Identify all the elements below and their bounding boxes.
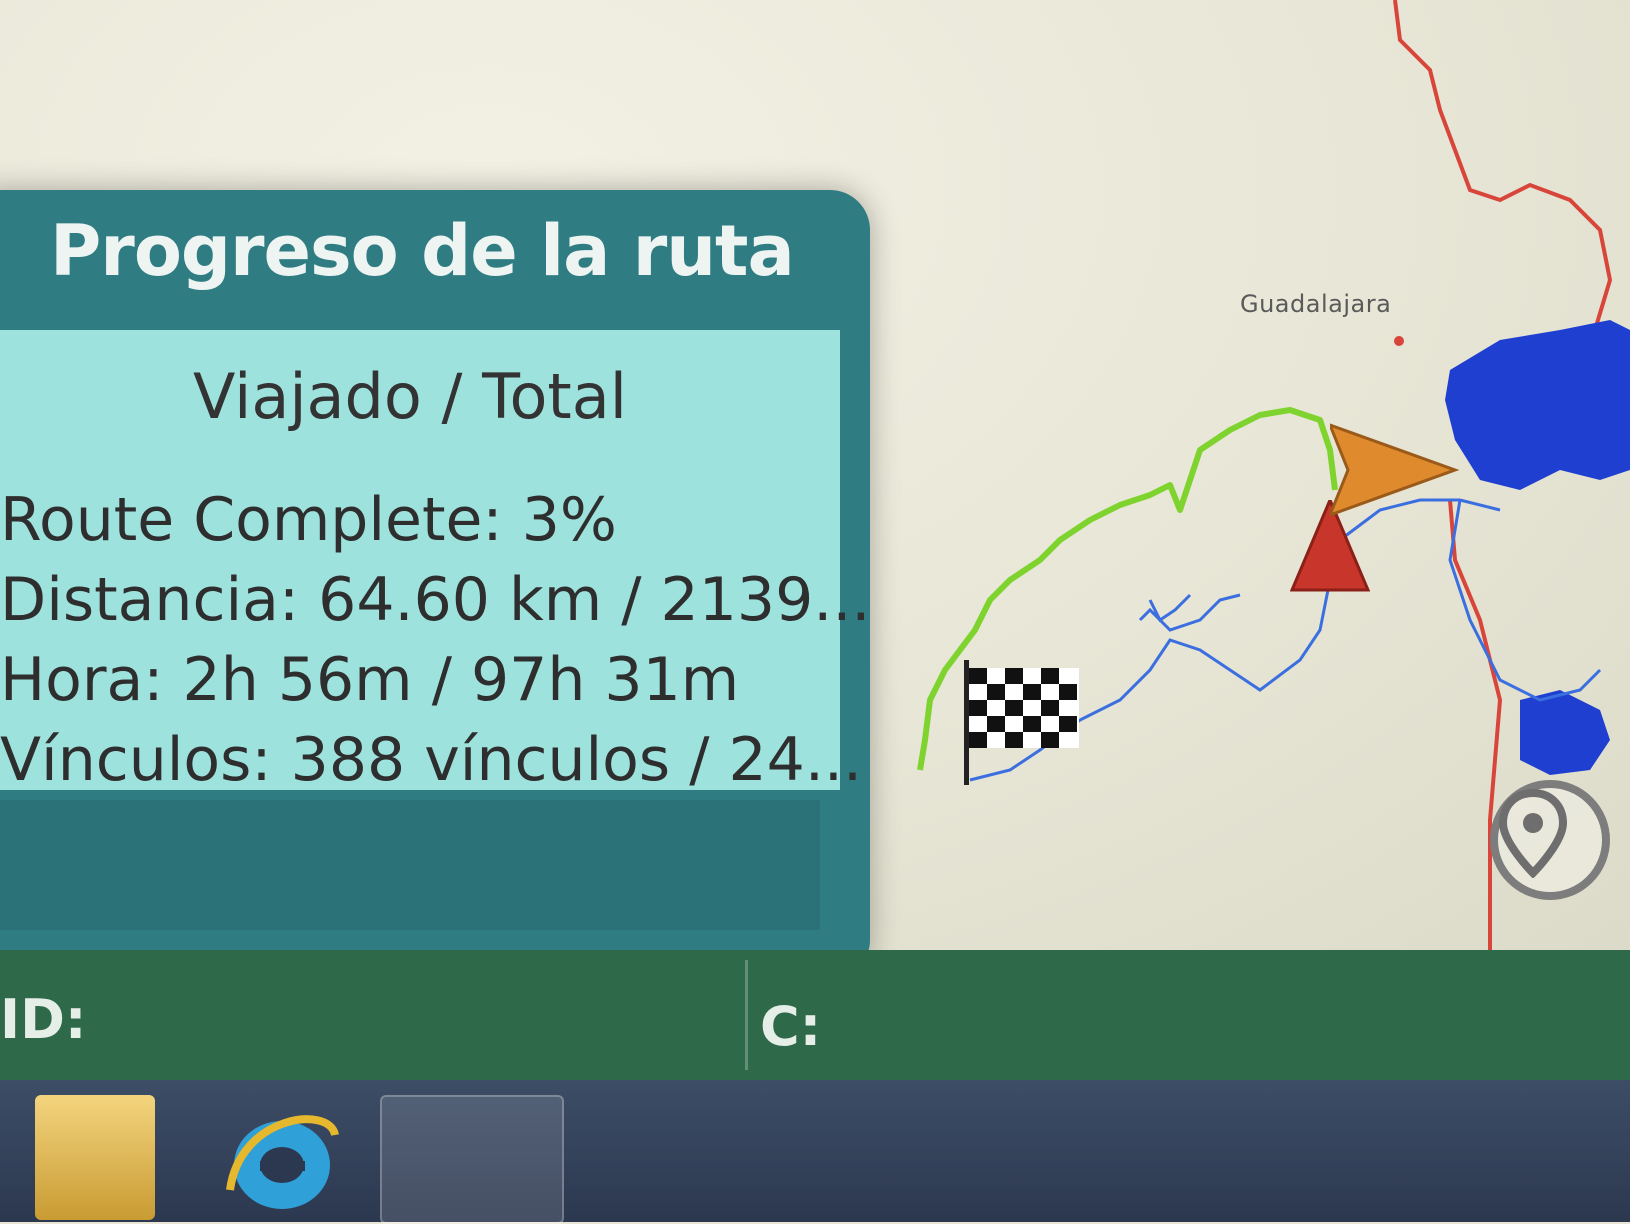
folder-icon[interactable] [35,1095,155,1220]
status-bar: ID: C: [0,950,1630,1080]
lake-area [1520,690,1610,775]
vehicle-arrow-icon [1330,423,1460,517]
app-icon[interactable] [380,1095,564,1224]
locate-button[interactable] [1490,780,1610,900]
lake-area [1445,320,1630,490]
road-line [1448,499,1503,950]
status-divider [745,960,748,1070]
distance-line: Distancia: 64.60 km / 2139... [0,565,871,635]
internet-explorer-icon[interactable] [220,1095,340,1220]
location-pin-icon [1498,788,1568,878]
time-line: Hora: 2h 56m / 97h 31m [0,645,740,715]
city-dot-icon [1394,336,1404,346]
links-line: Vínculos: 388 vínculos / 24... [0,725,863,795]
route-complete-line: Route Complete: 3% [0,485,617,555]
panel-footer[interactable] [0,800,820,930]
taskbar [0,1080,1630,1224]
road-line [1393,0,1613,381]
panel-body: Viajado / Total Route Complete: 3% Dista… [0,330,870,795]
progress-lines: Route Complete: 3% Distancia: 64.60 km /… [0,480,870,800]
c-label: C: [760,995,822,1058]
city-label: Guadalajara [1240,290,1392,318]
panel-title: Progreso de la ruta [50,210,795,292]
finish-flag-icon [964,660,1079,785]
id-label: ID: [0,988,87,1051]
route-progress-panel: Progreso de la ruta Viajado / Total Rout… [0,190,870,980]
panel-subtitle: Viajado / Total [193,360,627,433]
